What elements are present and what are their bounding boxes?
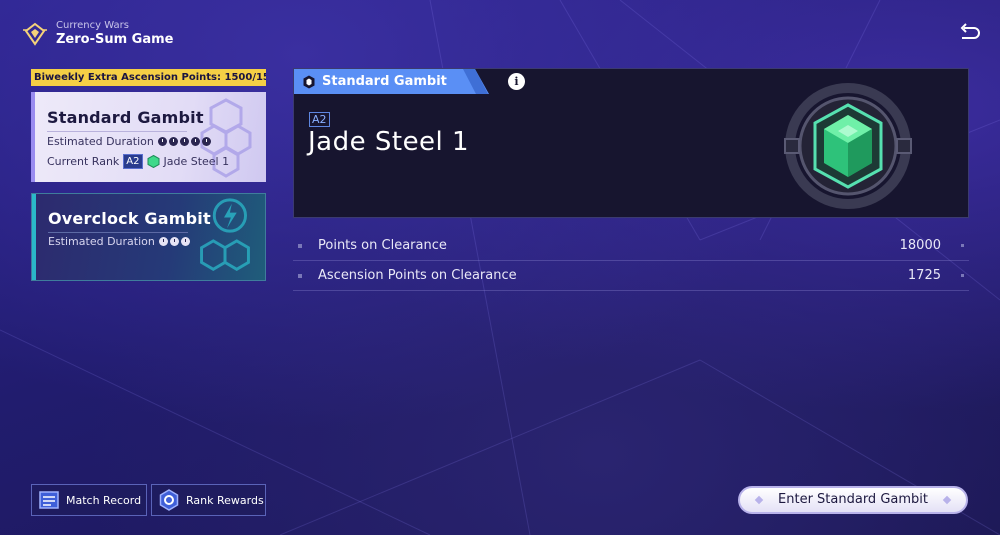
stat-value: 18000 <box>899 238 941 253</box>
bullet-icon <box>961 274 964 277</box>
page-header: Currency Wars Zero-Sum Game <box>22 20 173 48</box>
divider <box>48 232 188 233</box>
page-title: Zero-Sum Game <box>56 32 174 47</box>
bullet-icon <box>961 244 964 247</box>
stat-label: Points on Clearance <box>318 238 447 253</box>
diamond-icon <box>754 495 764 505</box>
mode-title: Overclock Gambit <box>48 209 211 228</box>
jade-gem-emblem-icon <box>784 83 912 209</box>
back-arrow-icon[interactable] <box>958 22 980 44</box>
rank-tier-badge: A2 <box>123 154 143 169</box>
enter-button-label: Enter Standard Gambit <box>778 492 928 507</box>
panel-tab-label: Standard Gambit <box>322 74 447 89</box>
rank-rewards-label: Rank Rewards <box>186 493 264 507</box>
divider <box>47 131 187 132</box>
enter-standard-gambit-button[interactable]: Enter Standard Gambit <box>738 486 968 514</box>
lightning-gear-icon <box>200 198 250 271</box>
clock-icon <box>180 237 190 246</box>
mode-detail-panel: Standard Gambit i A2 Jade Steel 1 <box>293 68 969 218</box>
clock-icon <box>190 137 200 146</box>
mode-card-standard-gambit[interactable]: Standard Gambit Estimated Duration Curre… <box>31 92 266 182</box>
panel-rank-name: Jade Steel 1 <box>308 127 470 157</box>
clock-icon <box>158 237 168 246</box>
tab-chevron-icon <box>454 69 489 94</box>
bullet-icon <box>298 274 302 278</box>
panel-tab-body: Standard Gambit <box>294 69 455 94</box>
clock-icon <box>179 137 189 146</box>
panel-rank-tier: A2 <box>309 112 330 127</box>
estimated-duration-row: Estimated Duration <box>47 135 211 148</box>
estimated-duration-row: Estimated Duration <box>48 235 190 248</box>
stat-row-points: Points on Clearance 18000 <box>293 231 969 261</box>
clock-icon <box>157 137 167 146</box>
duration-clocks <box>157 137 211 146</box>
duration-label: Estimated Duration <box>47 135 154 148</box>
mode-title: Standard Gambit <box>47 108 204 127</box>
bullet-icon <box>298 244 302 248</box>
rank-label: Current Rank <box>47 155 120 168</box>
jade-gem-icon <box>147 155 159 168</box>
record-book-icon <box>39 491 59 509</box>
stat-value: 1725 <box>907 268 941 283</box>
clock-icon <box>169 237 179 246</box>
match-record-label: Match Record <box>66 493 142 507</box>
ascension-points-banner: Biweekly Extra Ascension Points: 1500/15… <box>31 69 266 86</box>
rank-reward-icon <box>159 489 179 511</box>
panel-tab: Standard Gambit <box>294 69 489 94</box>
hexagon-icon <box>303 75 315 88</box>
clock-icon <box>201 137 211 146</box>
mode-card-overclock-gambit[interactable]: Overclock Gambit Estimated Duration <box>31 193 266 281</box>
stat-row-ascension-points: Ascension Points on Clearance 1725 <box>293 261 969 291</box>
stat-label: Ascension Points on Clearance <box>318 268 517 283</box>
duration-clocks <box>158 237 190 246</box>
diamond-icon <box>942 495 952 505</box>
clock-icon <box>168 137 178 146</box>
info-icon[interactable]: i <box>508 73 525 90</box>
current-rank-row: Current Rank A2 Jade Steel 1 <box>47 154 229 169</box>
duration-label: Estimated Duration <box>48 235 155 248</box>
header-subtitle: Currency Wars <box>56 20 129 31</box>
match-record-button[interactable]: Match Record <box>31 484 147 516</box>
rank-rewards-button[interactable]: Rank Rewards <box>151 484 266 516</box>
rank-name: Jade Steel 1 <box>163 155 230 168</box>
diamond-crest-icon <box>23 22 47 46</box>
